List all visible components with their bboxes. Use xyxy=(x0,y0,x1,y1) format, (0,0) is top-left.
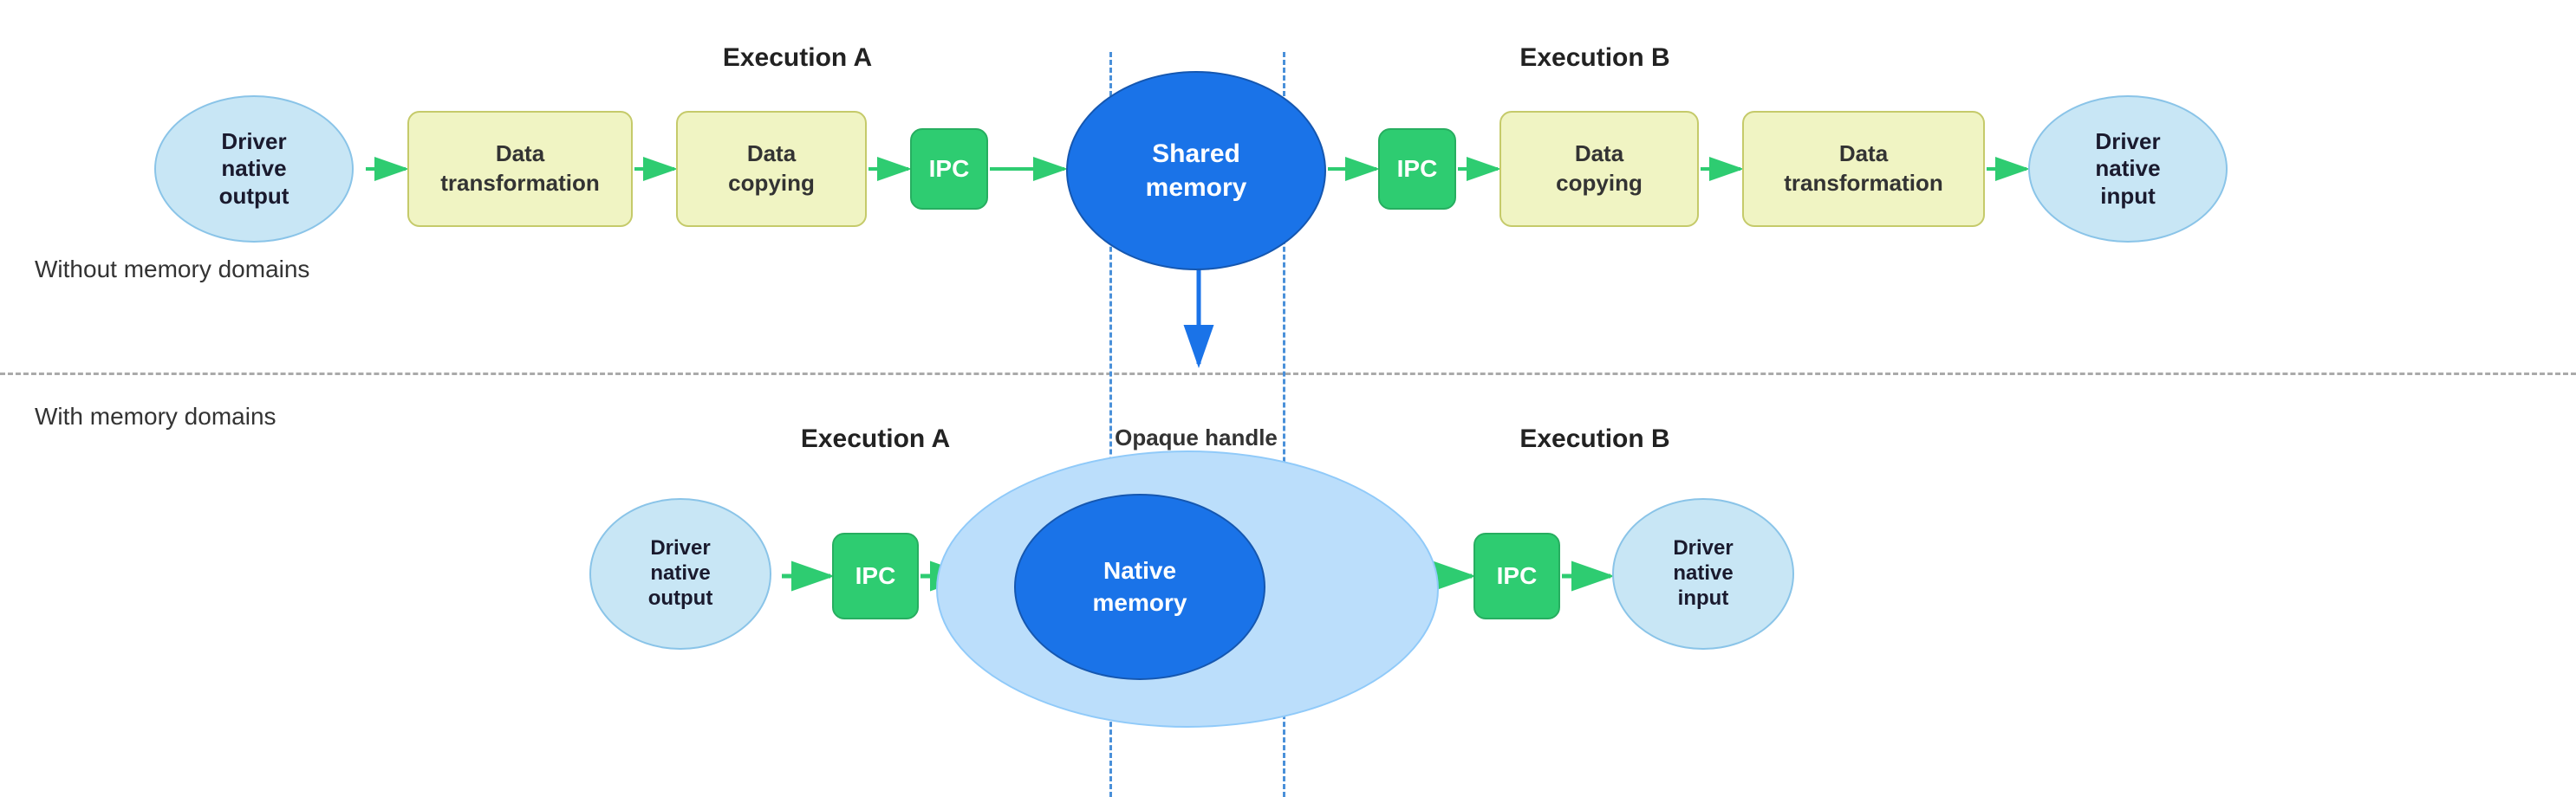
data-copying-top-1: Data copying xyxy=(676,111,867,227)
diagram-container: Without memory domains With memory domai… xyxy=(0,0,2576,795)
ipc-bottom-2: IPC xyxy=(1473,533,1560,619)
driver-native-output-top: Driver native output xyxy=(154,95,354,243)
ipc-top-2: IPC xyxy=(1378,128,1456,210)
driver-native-input-top: Driver native input xyxy=(2028,95,2228,243)
exec-a-label-top: Execution A xyxy=(676,43,919,73)
native-memory: Native memory xyxy=(1014,494,1265,680)
data-transformation-top-1: Data transformation xyxy=(407,111,633,227)
opaque-handle-label: Opaque handle xyxy=(1040,424,1352,451)
section-label-without: Without memory domains xyxy=(35,256,309,283)
driver-native-input-bottom: Driver native input xyxy=(1612,498,1794,650)
exec-b-label-top: Execution B xyxy=(1473,43,1716,73)
section-label-with: With memory domains xyxy=(35,403,276,431)
ipc-bottom-1: IPC xyxy=(832,533,919,619)
data-transformation-top-2: Data transformation xyxy=(1742,111,1985,227)
exec-b-label-bottom: Execution B xyxy=(1473,424,1716,454)
ipc-top-1: IPC xyxy=(910,128,988,210)
driver-native-output-bottom: Driver native output xyxy=(589,498,771,650)
shared-memory: Shared memory xyxy=(1066,71,1326,270)
section-divider xyxy=(0,373,2576,375)
exec-a-label-bottom: Execution A xyxy=(754,424,997,454)
data-copying-top-2: Data copying xyxy=(1499,111,1699,227)
